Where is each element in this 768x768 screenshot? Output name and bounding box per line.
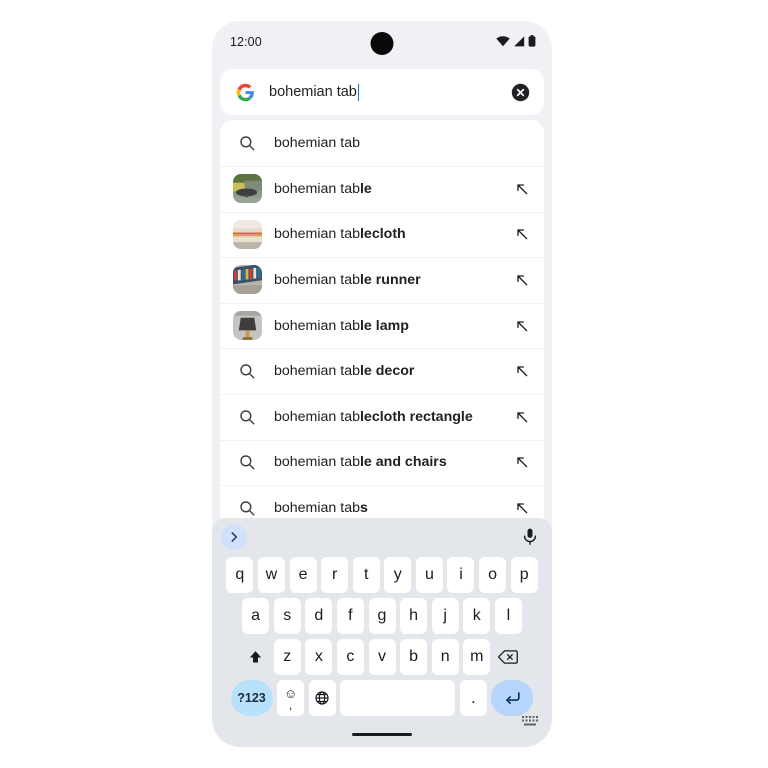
list-item[interactable]: bohemian table	[220, 166, 544, 212]
search-input-area[interactable]: bohemian tab	[269, 83, 511, 101]
suggestion-text: bohemian tablecloth	[274, 226, 406, 243]
key-h[interactable]: h	[400, 598, 428, 634]
search-icon	[220, 362, 274, 380]
status-bar: 12:00	[212, 21, 552, 67]
search-icon	[220, 453, 274, 471]
key-x[interactable]: x	[305, 639, 333, 675]
on-screen-keyboard: q w e r t y u i o p a s d f g h j k l z …	[212, 518, 552, 747]
key-o[interactable]: o	[479, 557, 507, 593]
backspace-icon[interactable]	[495, 639, 522, 675]
key-g[interactable]: g	[368, 598, 396, 634]
key-v[interactable]: v	[368, 639, 396, 675]
key-m[interactable]: m	[463, 639, 491, 675]
battery-icon	[528, 35, 536, 47]
suggestion-text: bohemian table runner	[274, 271, 421, 288]
fill-suggestion-arrow-icon[interactable]	[500, 454, 544, 470]
key-d[interactable]: d	[305, 598, 333, 634]
list-item[interactable]: bohemian table and chairs	[220, 439, 544, 486]
phone-frame: 12:00 bohemian tab bohemian tab bohemian…	[212, 21, 552, 747]
suggestion-text: bohemian table	[274, 180, 372, 197]
camera-punchhole	[370, 32, 394, 55]
home-gesture-bar[interactable]	[352, 733, 412, 736]
keyboard-rows: q w e r t y u i o p a s d f g h j k l z …	[212, 556, 552, 720]
key-z[interactable]: z	[273, 639, 301, 675]
bohemian-table-lamp-thumb	[232, 311, 262, 341]
key-e[interactable]: e	[289, 557, 317, 593]
key-k[interactable]: k	[463, 598, 491, 634]
suggestion-thumbnail	[220, 265, 274, 295]
fill-suggestion-arrow-icon[interactable]	[500, 226, 544, 242]
fill-suggestion-arrow-icon[interactable]	[500, 318, 544, 334]
keyboard-dots-icon[interactable]	[522, 714, 538, 726]
search-input[interactable]: bohemian tab	[269, 84, 357, 100]
fill-suggestion-arrow-icon[interactable]	[500, 409, 544, 425]
key-r[interactable]: r	[321, 557, 349, 593]
key-a[interactable]: a	[242, 598, 270, 634]
text-caret	[357, 83, 360, 101]
key-b[interactable]: b	[400, 639, 428, 675]
keyboard-row-1: q w e r t y u i o p	[212, 556, 552, 594]
list-item[interactable]: bohemian tablecloth	[220, 211, 544, 258]
key-u[interactable]: u	[415, 557, 443, 593]
bohemian-tablecloth-thumb	[232, 219, 262, 249]
search-icon	[220, 499, 274, 517]
list-item[interactable]: bohemian table lamp	[220, 302, 544, 349]
screenshot-root: 12:00 bohemian tab bohemian tab bohemian…	[0, 0, 768, 768]
suggestion-thumbnail	[220, 311, 274, 341]
clear-circle-icon[interactable]	[511, 83, 530, 102]
fill-suggestion-arrow-icon[interactable]	[500, 500, 544, 516]
keyboard-bottom-bar	[212, 703, 552, 747]
suggestion-list: bohemian tab bohemian table bohemian tab…	[220, 120, 544, 528]
bohemian-table-thumb	[232, 174, 262, 204]
key-f[interactable]: f	[336, 598, 364, 634]
list-item[interactable]: bohemian tab	[220, 120, 544, 166]
suggestion-text: bohemian tabs	[274, 499, 368, 516]
suggestion-text: bohemian table decor	[274, 363, 415, 380]
suggestion-thumbnail	[220, 174, 274, 204]
shift-icon[interactable]	[242, 639, 269, 675]
key-j[interactable]: j	[431, 598, 459, 634]
signal-icon	[513, 35, 525, 47]
key-w[interactable]: w	[257, 557, 285, 593]
key-q[interactable]: q	[226, 557, 254, 593]
status-icon-group	[496, 35, 536, 47]
suggestion-text: bohemian tab	[274, 135, 360, 151]
search-icon	[220, 134, 274, 152]
key-c[interactable]: c	[336, 639, 364, 675]
list-item[interactable]: bohemian table decor	[220, 348, 544, 394]
status-time: 12:00	[230, 35, 262, 49]
suggestion-text: bohemian table and chairs	[274, 454, 447, 471]
suggestion-text: bohemian tablecloth rectangle	[274, 408, 473, 425]
key-t[interactable]: t	[352, 557, 380, 593]
search-bar[interactable]: bohemian tab	[220, 69, 544, 115]
key-l[interactable]: l	[494, 598, 522, 634]
keyboard-row-2: a s d f g h j k l	[212, 597, 552, 635]
suggestion-thumbnail	[220, 219, 274, 249]
search-icon	[220, 408, 274, 426]
suggestion-text: bohemian table lamp	[274, 317, 409, 334]
keyboard-toolbar	[212, 518, 552, 555]
key-y[interactable]: y	[384, 557, 412, 593]
key-p[interactable]: p	[510, 557, 538, 593]
list-item[interactable]: bohemian tablecloth rectangle	[220, 393, 544, 440]
key-i[interactable]: i	[447, 557, 475, 593]
fill-suggestion-arrow-icon[interactable]	[500, 181, 544, 197]
fill-suggestion-arrow-icon[interactable]	[500, 272, 544, 288]
fill-suggestion-arrow-icon[interactable]	[500, 363, 544, 379]
microphone-icon[interactable]	[520, 527, 540, 547]
key-s[interactable]: s	[273, 598, 301, 634]
google-logo-icon	[236, 83, 255, 102]
wifi-icon	[496, 35, 510, 47]
list-item[interactable]: bohemian table runner	[220, 257, 544, 303]
bohemian-table-runner-thumb	[232, 265, 262, 295]
key-n[interactable]: n	[431, 639, 459, 675]
keyboard-row-3: z x c v b n m	[212, 638, 552, 676]
chevron-right-icon[interactable]	[221, 524, 247, 550]
